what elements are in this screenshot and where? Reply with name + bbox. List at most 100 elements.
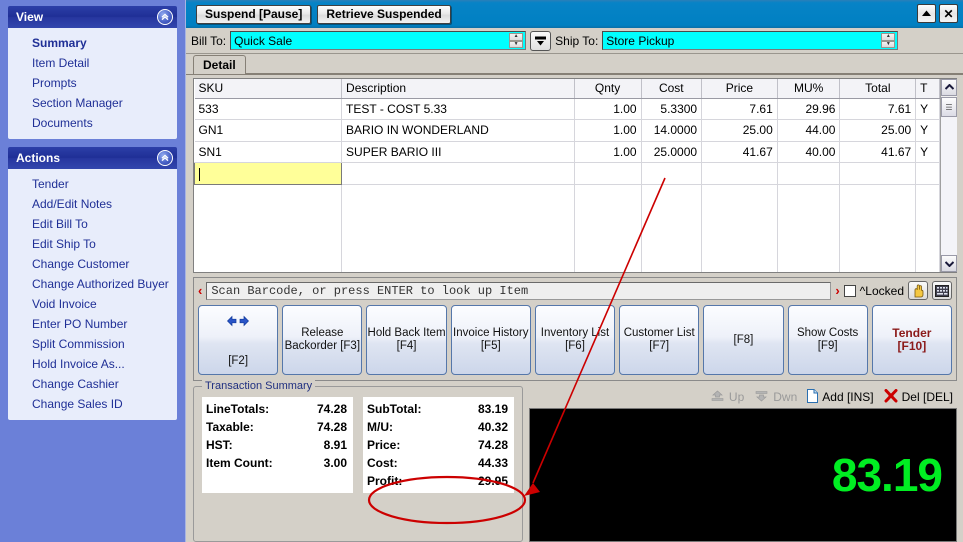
- column-header-description[interactable]: Description: [341, 79, 575, 99]
- prev-item-icon[interactable]: ‹: [198, 283, 202, 298]
- column-header-sku[interactable]: SKU: [194, 79, 343, 99]
- bill-to-input[interactable]: Quick Sale ▲ ▼: [230, 31, 527, 50]
- cell-empty[interactable]: [701, 184, 778, 272]
- cell-qnty[interactable]: [574, 162, 642, 185]
- table-row[interactable]: 533 TEST - COST 5.33 1.00 5.3300 7.61 29…: [194, 98, 940, 121]
- scroll-track[interactable]: [941, 117, 957, 255]
- cell-description[interactable]: SUPER BARIO III: [341, 141, 575, 164]
- move-down-button[interactable]: Dwn: [754, 390, 797, 405]
- spinner-down-icon[interactable]: ▼: [509, 40, 524, 48]
- cell-t[interactable]: Y: [915, 119, 940, 142]
- column-header-cost[interactable]: Cost: [641, 79, 703, 99]
- column-header-qnty[interactable]: Qnty: [574, 79, 642, 99]
- column-header-mu[interactable]: MU%: [777, 79, 841, 99]
- spinner-up-icon[interactable]: ▲: [509, 33, 524, 41]
- column-header-t[interactable]: T: [915, 79, 940, 99]
- scroll-down-icon[interactable]: [941, 255, 957, 272]
- bill-to-spinner[interactable]: ▲ ▼: [509, 33, 524, 48]
- inventory-list-button[interactable]: Inventory List [F6]: [534, 305, 616, 375]
- cell-cost[interactable]: 14.0000: [641, 119, 703, 142]
- customer-list-button[interactable]: Customer List [F7]: [619, 305, 700, 375]
- sidebar-item-add-edit-notes[interactable]: Add/Edit Notes: [8, 194, 177, 214]
- cell-total[interactable]: 41.67: [839, 141, 917, 164]
- hold-back-item-button[interactable]: Hold Back Item [F4]: [366, 305, 447, 375]
- sidebar-item-enter-po-number[interactable]: Enter PO Number: [8, 314, 177, 334]
- cell-mu[interactable]: 44.00: [777, 119, 841, 142]
- suspend-button[interactable]: Suspend [Pause]: [196, 4, 312, 24]
- spinner-down-icon[interactable]: ▼: [881, 40, 896, 48]
- scroll-up-icon[interactable]: [941, 79, 957, 96]
- table-row[interactable]: GN1 BARIO IN WONDERLAND 1.00 14.0000 25.…: [194, 119, 940, 142]
- cell-sku[interactable]: GN1: [194, 119, 343, 142]
- close-button[interactable]: ✕: [939, 4, 958, 23]
- cell-empty[interactable]: [194, 184, 343, 272]
- chevrons-up-icon[interactable]: [157, 9, 173, 25]
- cell-price[interactable]: [701, 162, 778, 185]
- column-header-price[interactable]: Price: [701, 79, 778, 99]
- bill-to-dropdown-button[interactable]: [530, 30, 552, 51]
- cell-empty[interactable]: [777, 184, 841, 272]
- cell-total[interactable]: 25.00: [839, 119, 917, 142]
- cell-cost[interactable]: 25.0000: [641, 141, 703, 164]
- sidebar-item-summary[interactable]: Summary: [8, 33, 177, 53]
- cell-empty[interactable]: [641, 184, 703, 272]
- f8-button[interactable]: [F8]: [703, 305, 784, 375]
- cell-sku-active[interactable]: [193, 162, 343, 185]
- cell-sku[interactable]: SN1: [194, 141, 343, 164]
- sidebar-item-change-cashier[interactable]: Change Cashier: [8, 374, 177, 394]
- cell-t[interactable]: Y: [915, 141, 940, 164]
- cell-t[interactable]: Y: [915, 98, 940, 121]
- hand-icon[interactable]: [908, 281, 928, 300]
- add-row-button[interactable]: Add [INS]: [807, 388, 874, 406]
- cell-qnty[interactable]: 1.00: [574, 141, 642, 164]
- cell-empty[interactable]: [574, 184, 642, 272]
- table-row-new[interactable]: [193, 162, 940, 185]
- cell-empty[interactable]: [915, 184, 940, 272]
- resize-columns-button[interactable]: [F2]: [198, 305, 279, 375]
- cell-qnty[interactable]: 1.00: [574, 98, 642, 121]
- move-up-button[interactable]: Up: [710, 390, 744, 405]
- sidebar-item-documents[interactable]: Documents: [8, 113, 177, 133]
- sidebar-item-prompts[interactable]: Prompts: [8, 73, 177, 93]
- invoice-history-button[interactable]: Invoice History [F5]: [450, 305, 531, 375]
- sidebar-item-section-manager[interactable]: Section Manager: [8, 93, 177, 113]
- sidebar-item-split-commission[interactable]: Split Commission: [8, 334, 177, 354]
- show-costs-button[interactable]: Show Costs [F9]: [787, 305, 868, 375]
- cell-price[interactable]: 25.00: [701, 119, 778, 142]
- grid-vertical-scrollbar[interactable]: ☰: [940, 79, 957, 272]
- cell-total[interactable]: [839, 162, 917, 185]
- delete-row-button[interactable]: Del [DEL]: [884, 388, 953, 406]
- cell-empty[interactable]: [341, 184, 575, 272]
- spinner-up-icon[interactable]: ▲: [881, 33, 896, 41]
- cell-sku[interactable]: 533: [194, 98, 343, 121]
- cell-mu[interactable]: 29.96: [777, 98, 841, 121]
- locked-checkbox[interactable]: [843, 284, 856, 297]
- ship-to-input[interactable]: Store Pickup ▲ ▼: [602, 31, 899, 50]
- cell-price[interactable]: 41.67: [701, 141, 778, 164]
- keypad-icon[interactable]: [932, 281, 952, 300]
- cell-total[interactable]: 7.61: [839, 98, 917, 121]
- sidebar-item-change-sales-id[interactable]: Change Sales ID: [8, 394, 177, 414]
- tab-detail[interactable]: Detail: [193, 55, 246, 74]
- chevrons-up-icon[interactable]: [157, 150, 173, 166]
- column-header-total[interactable]: Total: [839, 79, 917, 99]
- sidebar-item-hold-invoice-as[interactable]: Hold Invoice As...: [8, 354, 177, 374]
- cell-description[interactable]: [341, 162, 575, 185]
- sidebar-item-item-detail[interactable]: Item Detail: [8, 53, 177, 73]
- sidebar-item-change-authorized-buyer[interactable]: Change Authorized Buyer: [8, 274, 177, 294]
- cell-cost[interactable]: [641, 162, 703, 185]
- cell-t[interactable]: [915, 162, 940, 185]
- retrieve-suspended-button[interactable]: Retrieve Suspended: [317, 4, 451, 24]
- cell-mu[interactable]: 40.00: [777, 141, 841, 164]
- cell-empty[interactable]: [839, 184, 917, 272]
- cell-description[interactable]: TEST - COST 5.33: [341, 98, 575, 121]
- sidebar-item-change-customer[interactable]: Change Customer: [8, 254, 177, 274]
- cell-price[interactable]: 7.61: [701, 98, 778, 121]
- release-backorder-button[interactable]: Release Backorder [F3]: [282, 305, 363, 375]
- next-item-icon[interactable]: ›: [835, 283, 839, 298]
- scroll-thumb[interactable]: ☰: [941, 97, 957, 117]
- cell-mu[interactable]: [777, 162, 841, 185]
- sidebar-item-edit-bill-to[interactable]: Edit Bill To: [8, 214, 177, 234]
- tender-button[interactable]: Tender [F10]: [871, 305, 952, 375]
- table-row[interactable]: SN1 SUPER BARIO III 1.00 25.0000 41.67 4…: [194, 141, 940, 164]
